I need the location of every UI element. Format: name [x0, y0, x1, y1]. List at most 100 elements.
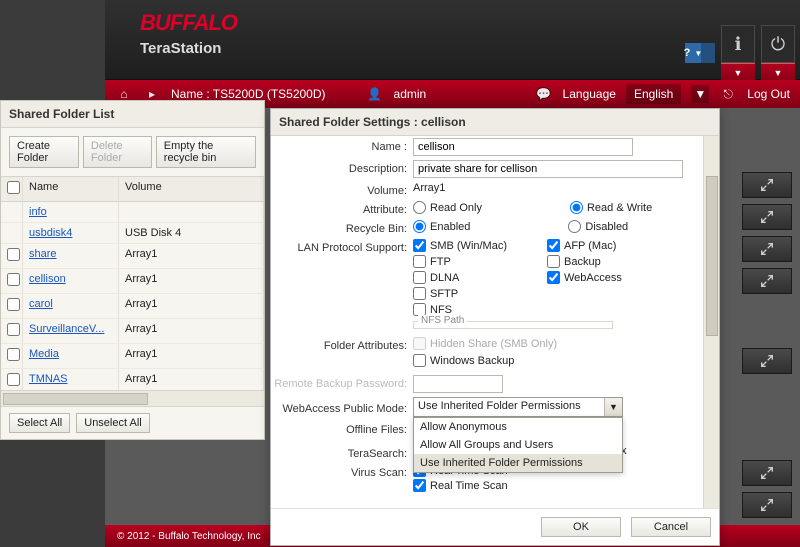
table-row: cellisonArray1 [1, 269, 264, 294]
folder-link[interactable]: share [23, 244, 119, 268]
expand-button[interactable] [742, 348, 792, 374]
language-icon: 💬 [535, 85, 553, 103]
horizontal-scrollbar[interactable] [1, 390, 264, 406]
unselect-all-button[interactable]: Unselect All [76, 413, 149, 433]
folder-link[interactable]: SurveillanceV... [23, 319, 119, 343]
expand-button[interactable] [742, 492, 792, 518]
logout-button[interactable]: Log Out [747, 87, 790, 101]
select-all-button[interactable]: Select All [9, 413, 70, 433]
expand-button[interactable] [742, 172, 792, 198]
language-select[interactable]: English [626, 84, 681, 104]
folder-volume: Array1 [119, 244, 264, 268]
expand-button[interactable] [742, 460, 792, 486]
table-row: info [1, 202, 264, 223]
folder-volume: Array1 [119, 344, 264, 368]
dropdown-option[interactable]: Allow Anonymous [414, 418, 622, 436]
select-all-checkbox[interactable] [7, 181, 20, 194]
name-label: Name : [271, 138, 413, 153]
webaccess-mode-select[interactable]: Use Inherited Folder Permissions ▼ [413, 397, 623, 417]
row-checkbox[interactable] [7, 273, 20, 286]
row-checkbox[interactable] [7, 373, 20, 386]
column-volume[interactable]: Volume [119, 177, 264, 201]
language-label: Language [563, 87, 616, 101]
folder-link[interactable]: carol [23, 294, 119, 318]
create-folder-button[interactable]: Create Folder [9, 136, 79, 168]
folder-table: Name Volume infousbdisk4USB Disk 4shareA… [1, 176, 264, 390]
folder-link[interactable]: cellison [23, 269, 119, 293]
recyclebin-label: Recycle Bin: [271, 220, 413, 235]
info-dropdown[interactable]: ▼ [721, 63, 755, 81]
column-name[interactable]: Name [23, 177, 119, 201]
remote-backup-input[interactable] [413, 375, 503, 393]
dropdown-option[interactable]: Allow All Groups and Users [414, 436, 622, 454]
table-row: carolArray1 [1, 294, 264, 319]
info-icon[interactable]: ℹ [721, 25, 755, 63]
chevron-down-icon[interactable]: ▼ [604, 398, 622, 416]
attribute-readonly-radio[interactable]: Read Only [413, 201, 482, 214]
folder-link[interactable]: Media [23, 344, 119, 368]
dlna-checkbox[interactable]: DLNA [413, 271, 533, 284]
empty-recycle-button[interactable]: Empty the recycle bin [156, 136, 256, 168]
expand-button[interactable] [742, 268, 792, 294]
logout-icon[interactable]: ⎋ [719, 85, 737, 103]
folder-link[interactable]: info [23, 202, 119, 222]
volume-value: Array1 [413, 182, 445, 194]
dropdown-option[interactable]: Use Inherited Folder Permissions [414, 454, 622, 472]
volume-label: Volume: [271, 182, 413, 197]
folder-attributes-label: Folder Attributes: [271, 337, 413, 352]
folder-link[interactable]: TMNAS [23, 369, 119, 390]
recycle-disabled-radio[interactable]: Disabled [568, 220, 628, 233]
help-button[interactable]: ?▼ [685, 43, 715, 63]
realtime-scan-checkbox-2[interactable]: Real Time Scan [413, 479, 508, 492]
power-dropdown[interactable]: ▼ [761, 63, 795, 81]
lan-label: LAN Protocol Support: [271, 239, 413, 254]
attribute-label: Attribute: [271, 201, 413, 216]
row-checkbox[interactable] [7, 323, 20, 336]
cancel-button[interactable]: Cancel [631, 517, 711, 537]
ftp-checkbox[interactable]: FTP [413, 255, 533, 268]
recycle-enabled-radio[interactable]: Enabled [413, 220, 470, 233]
windows-backup-checkbox[interactable]: Windows Backup [413, 354, 514, 367]
webaccess-checkbox[interactable]: WebAccess [547, 271, 622, 284]
sftp-checkbox[interactable]: SFTP [413, 287, 709, 300]
expand-button[interactable] [742, 204, 792, 230]
table-row: SurveillanceV...Array1 [1, 319, 264, 344]
shared-folder-panel: Shared Folder List Create Folder Delete … [0, 100, 265, 440]
backup-checkbox[interactable]: Backup [547, 255, 601, 268]
folder-volume: USB Disk 4 [119, 223, 264, 243]
virus-scan-label: Virus Scan: [271, 464, 413, 479]
nfs-path-fieldset [413, 321, 613, 329]
vertical-scrollbar[interactable] [703, 136, 719, 508]
row-checkbox[interactable] [7, 348, 20, 361]
hidden-share-checkbox: Hidden Share (SMB Only) [413, 337, 557, 350]
row-checkbox[interactable] [7, 298, 20, 311]
user-icon: 👤 [366, 85, 384, 103]
table-row: TMNASArray1 [1, 369, 264, 390]
language-dropdown[interactable]: ▼ [691, 85, 709, 103]
expand-button[interactable] [742, 236, 792, 262]
name-input[interactable] [413, 138, 633, 156]
copyright: © 2012 - Buffalo Technology, Inc [117, 531, 261, 542]
current-user: admin [394, 87, 427, 101]
power-icon[interactable]: ⏻ [761, 25, 795, 63]
row-checkbox[interactable] [7, 248, 20, 261]
table-row: MediaArray1 [1, 344, 264, 369]
shared-folder-settings-dialog: Shared Folder Settings : cellison Name :… [270, 108, 720, 546]
attribute-readwrite-radio[interactable]: Read & Write [570, 201, 652, 214]
panel-title: Shared Folder List [1, 101, 264, 128]
dialog-title: Shared Folder Settings : cellison [271, 109, 719, 136]
afp-checkbox[interactable]: AFP (Mac) [547, 239, 616, 252]
folder-link[interactable]: usbdisk4 [23, 223, 119, 243]
table-row: usbdisk4USB Disk 4 [1, 223, 264, 244]
folder-volume: Array1 [119, 319, 264, 343]
webaccess-mode-dropdown[interactable]: Allow Anonymous Allow All Groups and Use… [413, 417, 623, 473]
ok-button[interactable]: OK [541, 517, 621, 537]
remote-backup-label: Remote Backup Password: [271, 375, 413, 390]
table-row: shareArray1 [1, 244, 264, 269]
terasearch-label: TeraSearch: [271, 445, 413, 460]
folder-volume: Array1 [119, 294, 264, 318]
folder-volume [119, 202, 264, 222]
smb-checkbox[interactable]: SMB (Win/Mac) [413, 239, 533, 252]
description-input[interactable] [413, 160, 683, 178]
folder-volume: Array1 [119, 369, 264, 390]
